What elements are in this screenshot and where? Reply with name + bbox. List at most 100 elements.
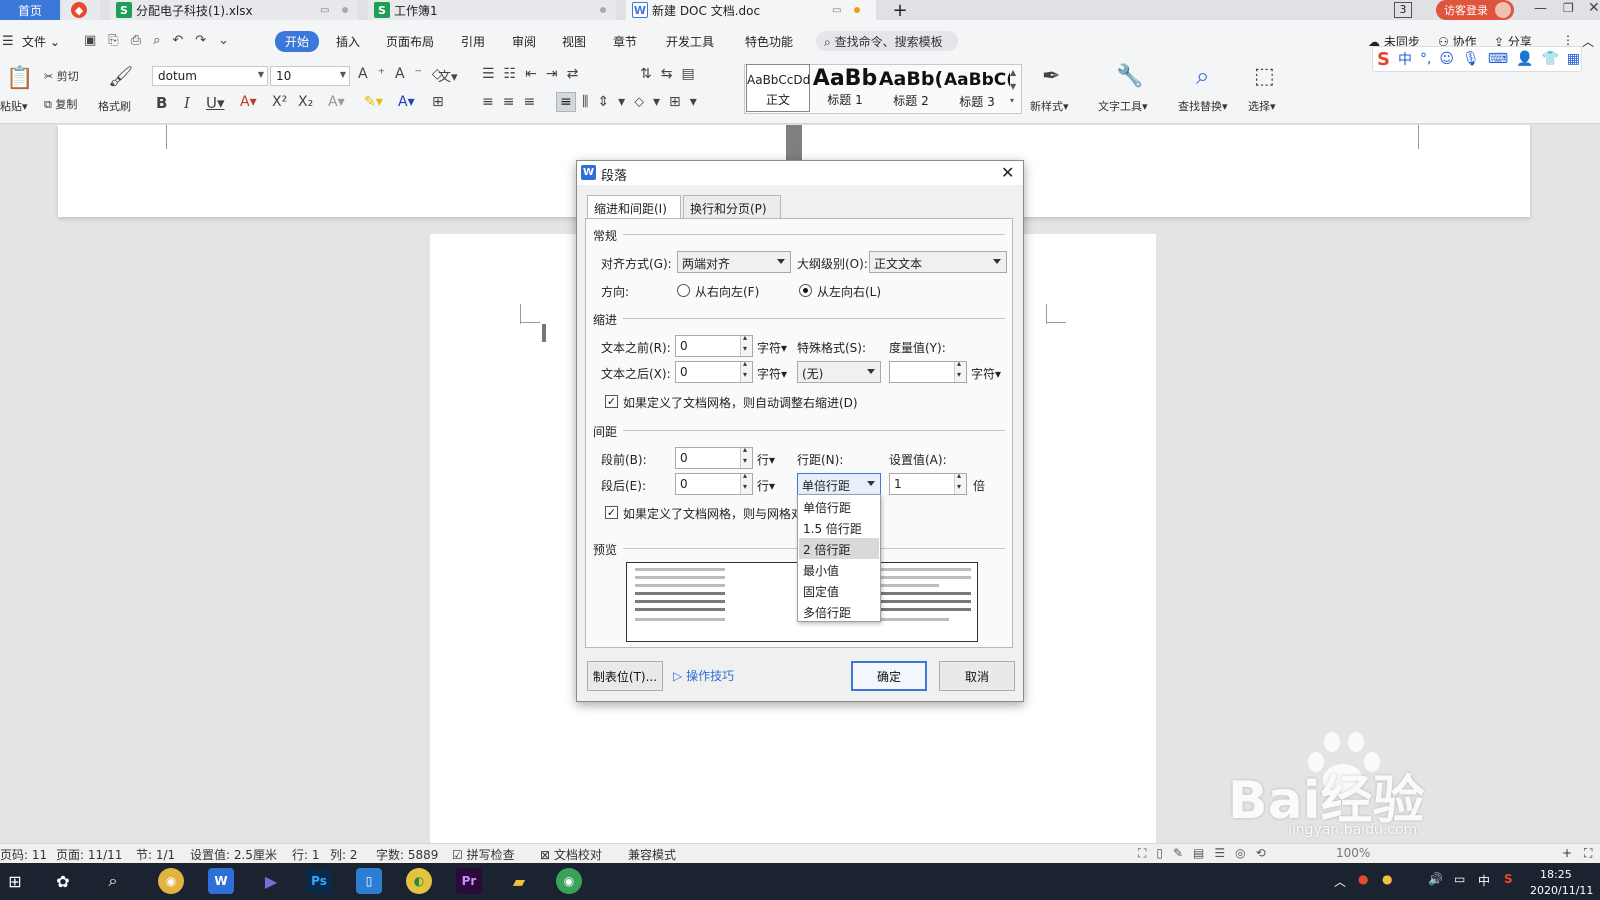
spinner-icon[interactable]	[740, 359, 752, 382]
char-border-icon[interactable]: ⊞	[432, 94, 444, 110]
auto-adjust-checkbox[interactable]: ✓	[605, 395, 618, 408]
hamburger-icon[interactable]: ☰	[2, 34, 14, 49]
quick-access-icons[interactable]: ▣⎘⎙⌕↶↷⌄	[84, 33, 241, 48]
wrench-icon[interactable]: 🔧	[1116, 64, 1143, 89]
snap-grid-checkbox[interactable]: ✓	[605, 506, 618, 519]
zoom-in-icon[interactable]: +	[1562, 846, 1572, 860]
status-line[interactable]: 行: 1	[292, 846, 320, 863]
menu-start[interactable]: 开始	[275, 31, 320, 52]
new-tab-button[interactable]: +	[888, 0, 912, 21]
tab-xlsx[interactable]: S 分配电子科技(1).xlsx ▭	[110, 0, 358, 20]
volume-icon[interactable]: 🔊	[1428, 872, 1443, 886]
ok-button[interactable]: 确定	[851, 661, 927, 691]
status-word-count[interactable]: 字数: 5889	[376, 846, 438, 863]
style-normal[interactable]: AaBbCcDd 正文	[746, 64, 810, 112]
space-before-unit[interactable]: 行▾	[757, 451, 775, 468]
option-single[interactable]: 单倍行距	[799, 496, 879, 517]
strikethrough-icon[interactable]: A▾	[240, 94, 257, 110]
status-column[interactable]: 列: 2	[330, 846, 358, 863]
font-name-select[interactable]: dotum ▼	[152, 66, 268, 86]
magnifier-icon[interactable]: ⌕	[1196, 62, 1209, 90]
superscript-icon[interactable]: X²	[272, 94, 287, 110]
menu-page-layout[interactable]: 页面布局	[386, 33, 434, 50]
wps-writer-taskbar-icon[interactable]: W	[208, 868, 234, 894]
status-page-number[interactable]: 页码: 11	[0, 846, 47, 863]
select-cursor-icon[interactable]: ⬚	[1254, 64, 1275, 89]
justify-button[interactable]: ≡	[556, 92, 576, 112]
restore-icon[interactable]: ❐	[1563, 1, 1574, 15]
option-double[interactable]: 2 倍行距	[799, 538, 879, 559]
text-effect-icon[interactable]: A▾	[328, 94, 345, 110]
measure-input[interactable]	[889, 359, 967, 383]
clock-date[interactable]: 2020/11/11	[1530, 884, 1593, 897]
collapse-ribbon-icon[interactable]: ︿	[1582, 33, 1594, 50]
format-painter-icon[interactable]: 🖌	[108, 64, 133, 88]
font-size-select[interactable]: 10 ▼	[270, 66, 350, 86]
chrome-icon[interactable]: ◉	[158, 868, 184, 894]
text-tools-button[interactable]: 文字工具▾	[1098, 98, 1148, 114]
find-replace-button[interactable]: 查找替换▾	[1178, 98, 1228, 114]
tab-home[interactable]: 首页	[0, 0, 60, 20]
spinner-icon[interactable]	[740, 333, 752, 356]
format-painter-button[interactable]: 格式刷	[98, 98, 131, 114]
option-at-least[interactable]: 最小值	[799, 559, 879, 580]
media-player-icon[interactable]: ▶	[258, 868, 284, 894]
option-multiple[interactable]: 多倍行距	[799, 601, 879, 622]
cut-button[interactable]: ✂ 剪切	[44, 68, 79, 84]
subscript-icon[interactable]: X₂	[298, 94, 313, 110]
app-pinwheel-icon[interactable]: ✿	[50, 868, 76, 894]
list-indent-icons[interactable]: ☰☷⇤⇥⇄	[482, 66, 587, 82]
sort-icons[interactable]: ⇅⇆▤	[640, 66, 704, 82]
line-spacing-select[interactable]: 单倍行距	[797, 473, 881, 495]
style-heading-3[interactable]: AaBbC( 标题 3	[944, 64, 1010, 112]
tray-ime[interactable]: 中	[1478, 872, 1490, 889]
cancel-button[interactable]: 取消	[939, 661, 1015, 691]
menu-review[interactable]: 审阅	[512, 33, 536, 50]
windows-start-icon[interactable]: ⊞	[2, 868, 28, 894]
sogou-tray-icon[interactable]: S	[1504, 872, 1513, 886]
tab-indent-spacing[interactable]: 缩进和间距(I)	[587, 195, 681, 219]
tablet-app-icon[interactable]: ▯	[356, 868, 382, 894]
underline-icon[interactable]: U▾	[206, 94, 225, 112]
indent-before-unit[interactable]: 字符▾	[757, 339, 787, 356]
option-exactly[interactable]: 固定值	[799, 580, 879, 601]
paste-icon[interactable]: 📋	[6, 66, 33, 91]
rtl-radio[interactable]	[677, 284, 690, 297]
option-one-half[interactable]: 1.5 倍行距	[799, 517, 879, 538]
tips-link[interactable]: ▷ 操作技巧	[673, 667, 734, 684]
indent-after-unit[interactable]: 字符▾	[757, 365, 787, 382]
view-mode-icons[interactable]: ⛶▯✎▤☰◎⟲	[1138, 846, 1276, 861]
measure-unit[interactable]: 字符▾	[971, 365, 1001, 382]
copy-button[interactable]: ⧉ 复制	[44, 96, 77, 112]
dialog-close-icon[interactable]: ✕	[1001, 163, 1014, 182]
menu-insert[interactable]: 插入	[336, 33, 360, 50]
command-search[interactable]: ⌕ 查找命令、搜索模板	[816, 31, 958, 51]
menu-chapter[interactable]: 章节	[613, 33, 637, 50]
status-pages[interactable]: 页面: 11/11	[56, 846, 122, 863]
window-count-badge[interactable]: 3	[1394, 2, 1412, 18]
clock-time[interactable]: 18:25	[1540, 868, 1572, 881]
menu-references[interactable]: 引用	[461, 33, 485, 50]
tab-line-page-breaks[interactable]: 换行和分页(P)	[683, 195, 781, 219]
tab-workbook[interactable]: S 工作簿1	[368, 0, 616, 20]
network-icon[interactable]: ▭	[1454, 872, 1465, 886]
tray-app2-icon[interactable]: ●	[1382, 872, 1392, 886]
spinner-icon[interactable]	[740, 445, 752, 468]
fit-icon[interactable]: ⛶	[1584, 846, 1592, 861]
select-button[interactable]: 选择▾	[1248, 98, 1276, 114]
login-button[interactable]: 访客登录	[1436, 0, 1514, 20]
photoshop-icon[interactable]: Ps	[306, 868, 332, 894]
tabs-button[interactable]: 制表位(T)...	[587, 661, 663, 691]
new-style-icon[interactable]: ✒	[1042, 64, 1060, 89]
ltr-radio[interactable]	[799, 284, 812, 297]
menu-file[interactable]: 文件 ⌄	[22, 33, 60, 50]
new-style-button[interactable]: 新样式▾	[1030, 98, 1069, 114]
phonetic-icon[interactable]: 文▾	[438, 66, 458, 85]
tray-app-icon[interactable]: ●	[1358, 872, 1368, 886]
more-icon[interactable]: ⋮	[1562, 33, 1574, 47]
status-compat-mode[interactable]: 兼容模式	[628, 846, 676, 863]
alignment-select[interactable]: 两端对齐	[677, 251, 791, 273]
space-before-input[interactable]: 0	[675, 445, 753, 469]
search-icon[interactable]: ⌕	[100, 868, 126, 894]
indent-after-input[interactable]: 0	[675, 359, 753, 383]
